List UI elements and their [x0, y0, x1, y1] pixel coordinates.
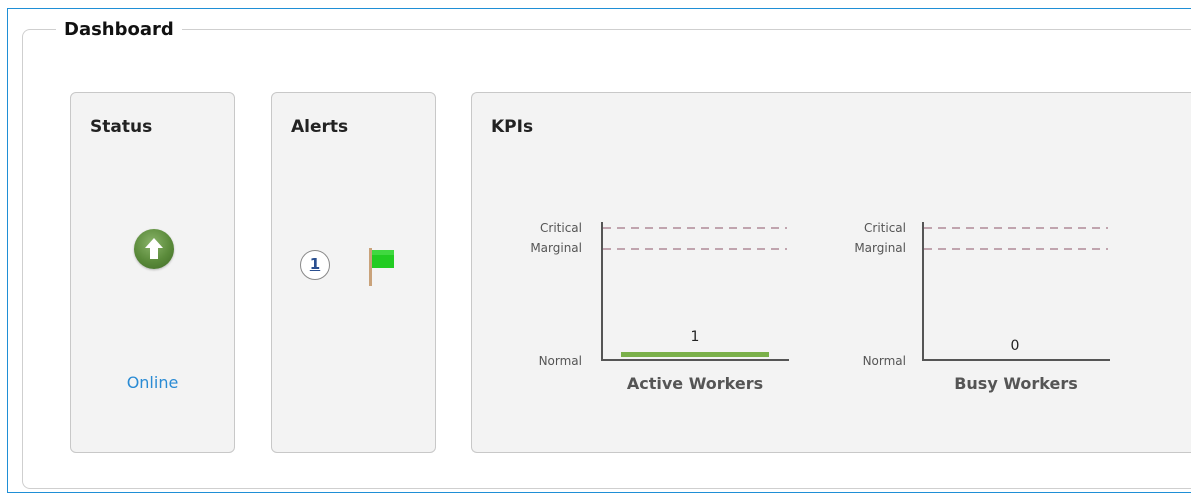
gauge-value-bar	[621, 352, 769, 357]
gauge-level-normal: Normal	[863, 354, 906, 368]
gauge-level-marginal: Marginal	[530, 241, 582, 255]
dashboard-title: Dashboard	[56, 18, 182, 42]
alerts-title: Alerts	[291, 117, 349, 137]
arrow-up-circle-icon	[134, 229, 174, 269]
status-panel: Status Online	[70, 92, 235, 453]
status-value: Online	[126, 373, 179, 392]
gauge-level-critical: Critical	[540, 221, 582, 235]
status-title: Status	[90, 117, 153, 137]
kpi-gauge-busy-workers: Critical Marginal Normal 0 Busy Workers	[854, 221, 1110, 393]
gauge-level-marginal: Marginal	[854, 241, 906, 255]
kpi-gauges: Critical Marginal Normal 1 Active Worker…	[530, 221, 1110, 393]
gauge-level-critical: Critical	[864, 221, 906, 235]
gauge-name-label: Busy Workers	[954, 374, 1078, 393]
gauge-value-label: 1	[691, 329, 700, 345]
gauge-level-normal: Normal	[539, 354, 582, 368]
flag-icon	[366, 246, 402, 292]
gauge-name-label: Active Workers	[627, 374, 763, 393]
kpis-panel: KPIs Critical Marginal Normal 1 Active W…	[471, 92, 1191, 453]
gauge-value-label: 0	[1011, 338, 1020, 354]
alerts-panel: Alerts 1	[271, 92, 436, 453]
kpi-gauge-active-workers: Critical Marginal Normal 1 Active Worker…	[530, 221, 789, 393]
alert-count-link[interactable]: 1	[300, 250, 330, 280]
